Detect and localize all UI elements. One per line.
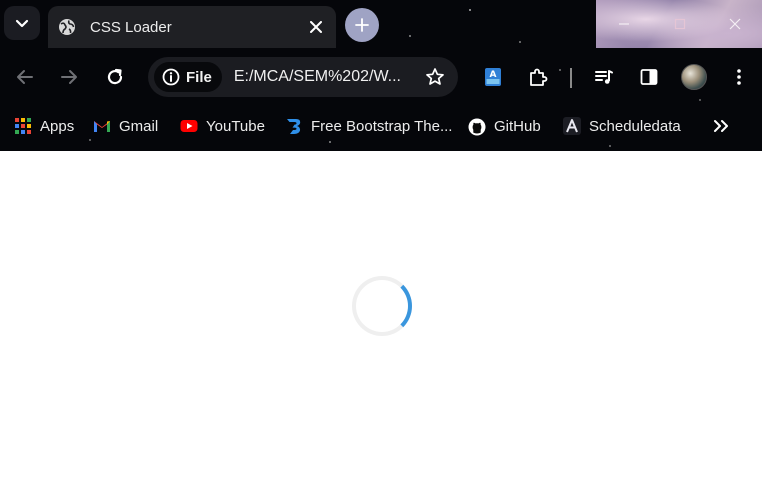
bookmark-label: Scheduledata — [589, 117, 681, 135]
gmail-icon — [93, 117, 111, 135]
site-chip-label: File — [186, 68, 212, 86]
apps-grid-icon — [14, 117, 32, 135]
puzzle-icon — [530, 68, 548, 86]
bookmark-github[interactable]: GitHub — [468, 112, 541, 140]
browser-chrome: CSS Loader File E:/MCA/SEM%202/W... A Ap… — [0, 0, 762, 151]
music-queue-icon — [595, 70, 613, 84]
bookmarks-bar: Apps Gmail YouTube Free Bootstrap The...… — [0, 106, 762, 146]
back-button[interactable] — [10, 62, 40, 92]
side-panel-icon — [640, 69, 658, 85]
address-bar[interactable]: File E:/MCA/SEM%202/W... — [148, 57, 458, 97]
translate-extension-icon: A — [485, 68, 501, 86]
minimize-icon — [618, 23, 629, 25]
kebab-menu-icon — [737, 69, 741, 85]
arrow-left-icon — [17, 70, 33, 84]
globe-icon — [58, 18, 76, 36]
youtube-icon — [180, 117, 198, 135]
scheduledata-icon — [563, 117, 581, 135]
bookmark-label: Gmail — [119, 117, 159, 135]
new-tab-button[interactable] — [345, 8, 379, 42]
tab-title: CSS Loader — [90, 18, 172, 36]
maximize-icon — [674, 18, 685, 30]
reload-button[interactable] — [100, 62, 130, 92]
extensions-button[interactable] — [523, 62, 553, 92]
side-panel-button[interactable] — [634, 62, 664, 92]
media-control-button[interactable] — [589, 62, 619, 92]
close-window-button[interactable] — [707, 0, 762, 48]
toolbar-divider — [570, 68, 572, 88]
bookmark-apps[interactable]: Apps — [14, 112, 74, 140]
bookmark-label: Free Bootstrap The... — [311, 117, 453, 135]
bookmark-youtube[interactable]: YouTube — [180, 112, 265, 140]
url-text[interactable]: E:/MCA/SEM%202/W... — [234, 68, 422, 86]
tab-strip: CSS Loader — [0, 0, 762, 48]
window-controls-area — [596, 0, 762, 48]
close-icon — [729, 18, 740, 30]
toolbar: File E:/MCA/SEM%202/W... A — [0, 48, 762, 106]
tab-search-button[interactable] — [4, 6, 40, 40]
close-tab-icon[interactable] — [306, 17, 326, 37]
active-tab[interactable]: CSS Loader — [48, 6, 336, 48]
minimize-button[interactable] — [596, 0, 651, 48]
extension-translate-button[interactable]: A — [478, 62, 508, 92]
bookmark-label: Apps — [40, 117, 75, 135]
bookmark-free-bootstrap-themes[interactable]: Free Bootstrap The... — [285, 112, 452, 140]
plus-icon — [355, 18, 369, 32]
menu-button[interactable] — [724, 62, 754, 92]
github-icon — [468, 117, 486, 136]
bookmark-scheduledata[interactable]: Scheduledata — [563, 112, 681, 140]
svg-text:A: A — [490, 70, 497, 80]
arrow-right-icon — [61, 70, 77, 84]
bookmark-label: GitHub — [494, 117, 541, 135]
profile-avatar[interactable] — [681, 64, 707, 90]
forward-button[interactable] — [54, 62, 84, 92]
site-info-chip[interactable]: File — [154, 62, 222, 92]
more-bookmarks-chevron-icon[interactable] — [710, 116, 732, 136]
info-icon — [162, 68, 180, 86]
page-content — [0, 151, 762, 492]
reload-icon — [107, 68, 123, 85]
bookmark-gmail[interactable]: Gmail — [93, 112, 158, 140]
loading-spinner — [352, 276, 412, 336]
bootstrap-icon — [285, 117, 303, 135]
bookmark-label: YouTube — [206, 117, 265, 135]
bookmark-star-icon[interactable] — [422, 64, 448, 90]
maximize-button[interactable] — [652, 0, 707, 48]
chevron-down-icon — [15, 19, 29, 28]
